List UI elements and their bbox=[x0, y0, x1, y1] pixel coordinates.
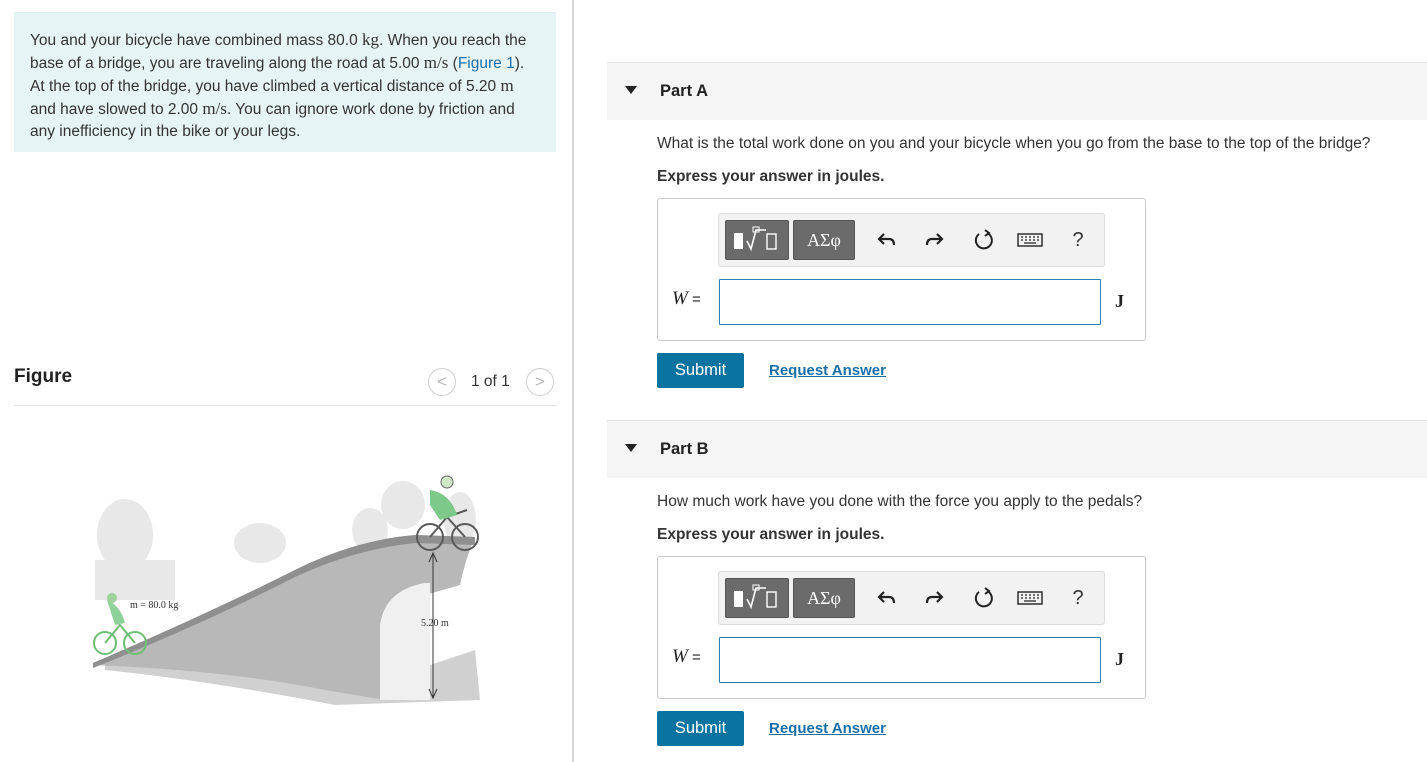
figure-link[interactable]: Figure 1 bbox=[458, 55, 515, 72]
part-b-unit: J bbox=[1115, 649, 1124, 669]
redo-icon bbox=[925, 233, 944, 246]
chevron-left-icon: < bbox=[437, 372, 447, 391]
keyboard-icon bbox=[1017, 233, 1043, 247]
figure-heading: Figure bbox=[14, 366, 73, 387]
redo-icon bbox=[925, 591, 944, 604]
problem-statement: You and your bicycle have combined mass … bbox=[30, 29, 542, 143]
part-b-math-toolbar: ΑΣφ ? bbox=[718, 571, 1105, 625]
template-button[interactable] bbox=[725, 220, 789, 260]
mass-label: m = 80.0 kg bbox=[130, 600, 178, 611]
part-b-request-answer-link[interactable]: Request Answer bbox=[769, 720, 886, 737]
chevron-right-icon: > bbox=[535, 372, 545, 391]
reset-icon bbox=[974, 587, 993, 608]
unit-kg: kg bbox=[362, 30, 380, 49]
keyboard-icon bbox=[1017, 591, 1043, 605]
part-a-header[interactable]: Part A bbox=[607, 62, 1427, 120]
greek-letters-button[interactable]: ΑΣφ bbox=[793, 220, 855, 260]
unit-m-per-s: m/s bbox=[423, 53, 449, 72]
part-a-instruction: Express your answer in joules. bbox=[657, 168, 885, 185]
equals-sign: = bbox=[687, 291, 701, 308]
height-label: 5.20 m bbox=[421, 618, 449, 629]
keyboard-button[interactable] bbox=[1016, 584, 1044, 612]
variable-symbol: W bbox=[672, 288, 688, 309]
part-b-submit-button[interactable]: Submit bbox=[657, 711, 744, 746]
column-divider bbox=[572, 0, 574, 762]
part-b-answer-input[interactable] bbox=[719, 637, 1101, 683]
caret-down-icon bbox=[625, 444, 637, 452]
greek-letters-button[interactable]: ΑΣφ bbox=[793, 578, 855, 618]
part-a-submit-button[interactable]: Submit bbox=[657, 353, 744, 388]
undo-icon bbox=[877, 233, 896, 246]
problem-statement-box: You and your bicycle have combined mass … bbox=[14, 12, 556, 152]
part-a-math-toolbar: ΑΣφ ? bbox=[718, 213, 1105, 267]
part-a-title: Part A bbox=[660, 82, 708, 100]
part-a-question: What is the total work done on you and y… bbox=[657, 135, 1371, 152]
part-b-answer-box: ΑΣφ ? W = J bbox=[657, 556, 1146, 699]
figure-prev-button[interactable]: < bbox=[428, 368, 456, 396]
part-b-title: Part B bbox=[660, 440, 709, 458]
part-b-variable-label: W = bbox=[672, 646, 701, 668]
problem-text-segment: ( bbox=[448, 55, 458, 72]
reset-button[interactable] bbox=[970, 584, 998, 612]
variable-symbol: W bbox=[672, 646, 688, 667]
problem-text-segment: and have slowed to 2.00 bbox=[30, 101, 203, 118]
reset-icon bbox=[974, 229, 993, 250]
equals-sign: = bbox=[687, 649, 701, 666]
undo-button[interactable] bbox=[873, 226, 901, 254]
bridge-figure: 5.20 m m = 80.0 kg bbox=[93, 475, 480, 705]
part-a-request-answer-link[interactable]: Request Answer bbox=[769, 362, 886, 379]
template-icon bbox=[734, 584, 777, 610]
part-a-variable-label: W = bbox=[672, 288, 701, 310]
part-a-answer-box: ΑΣφ ? W = J bbox=[657, 198, 1146, 341]
help-button[interactable]: ? bbox=[1064, 584, 1092, 612]
keyboard-button[interactable] bbox=[1016, 226, 1044, 254]
reset-button[interactable] bbox=[970, 226, 998, 254]
help-button[interactable]: ? bbox=[1064, 226, 1092, 254]
figure-counter: 1 of 1 bbox=[471, 373, 510, 390]
problem-text-segment: You and your bicycle have combined mass … bbox=[30, 32, 363, 49]
template-icon bbox=[734, 226, 777, 252]
redo-button[interactable] bbox=[920, 226, 948, 254]
figure-next-button[interactable]: > bbox=[526, 368, 554, 396]
undo-icon bbox=[877, 591, 896, 604]
redo-button[interactable] bbox=[920, 584, 948, 612]
undo-button[interactable] bbox=[873, 584, 901, 612]
part-b-instruction: Express your answer in joules. bbox=[657, 526, 885, 543]
part-a-unit: J bbox=[1115, 291, 1124, 311]
caret-down-icon bbox=[625, 86, 637, 94]
part-b-header[interactable]: Part B bbox=[607, 420, 1427, 478]
figure-divider bbox=[14, 405, 556, 406]
part-b-question: How much work have you done with the for… bbox=[657, 493, 1143, 510]
unit-m-per-s: m/s bbox=[202, 99, 227, 118]
unit-m: m bbox=[500, 76, 514, 95]
template-button[interactable] bbox=[725, 578, 789, 618]
part-a-answer-input[interactable] bbox=[719, 279, 1101, 325]
